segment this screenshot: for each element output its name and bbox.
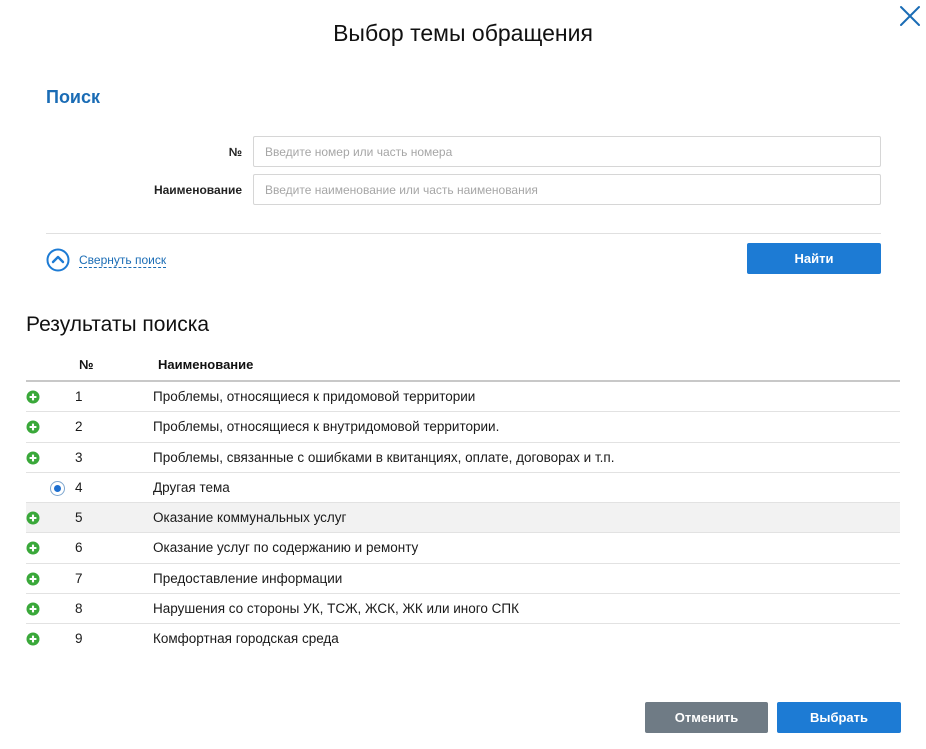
search-section-title: Поиск <box>46 87 101 107</box>
plus-circle-icon[interactable] <box>26 420 40 434</box>
column-header-name: Наименование <box>158 357 254 372</box>
find-button[interactable]: Найти <box>747 243 881 274</box>
row-name: Другая тема <box>153 479 230 495</box>
cancel-button[interactable]: Отменить <box>645 702 768 733</box>
row-name: Оказание услуг по содержанию и ремонту <box>153 540 419 556</box>
table-row[interactable]: 9 Комфортная городская среда <box>26 624 900 654</box>
search-divider <box>46 233 881 234</box>
plus-circle-icon[interactable] <box>26 572 40 586</box>
row-number: 8 <box>75 601 83 617</box>
plus-circle-icon[interactable] <box>26 511 40 525</box>
results-title: Результаты поиска <box>26 313 210 336</box>
select-button[interactable]: Выбрать <box>777 702 901 733</box>
row-number: 9 <box>75 631 83 647</box>
chevron-up-circle-icon <box>46 248 70 272</box>
table-row[interactable]: 3 Проблемы, связанные с ошибками в квита… <box>26 443 900 473</box>
table-row[interactable]: 2 Проблемы, относящиеся к внутридомовой … <box>26 412 900 443</box>
row-number: 1 <box>75 389 83 404</box>
row-name: Предоставление информации <box>153 570 343 586</box>
row-name: Нарушения со стороны УК, ТСЖ, ЖСК, ЖК ил… <box>153 601 519 617</box>
row-name: Комфортная городская среда <box>153 631 339 647</box>
table-row[interactable]: 1 Проблемы, относящиеся к придомовой тер… <box>26 382 900 413</box>
plus-circle-icon[interactable] <box>26 632 40 646</box>
table-row[interactable]: 7 Предоставление информации <box>26 564 900 595</box>
column-header-number: № <box>79 357 94 372</box>
radio-selected-icon[interactable] <box>50 480 65 496</box>
name-search-input[interactable] <box>253 174 881 205</box>
collapse-search-toggle[interactable]: Свернуть поиск <box>46 248 167 272</box>
row-number: 5 <box>75 510 83 526</box>
row-name: Проблемы, относящиеся к придомовой терри… <box>153 389 476 404</box>
collapse-search-link[interactable]: Свернуть поиск <box>79 253 167 268</box>
dialog-title: Выбор темы обращения <box>333 20 593 46</box>
table-row[interactable]: 5 Оказание коммунальных услуг <box>26 503 900 534</box>
plus-circle-icon[interactable] <box>26 390 40 404</box>
results-table: 1 Проблемы, относящиеся к придомовой тер… <box>26 382 900 655</box>
number-field-label: № <box>228 145 242 159</box>
table-row[interactable]: 8 Нарушения со стороны УК, ТСЖ, ЖСК, ЖК … <box>26 594 900 625</box>
row-number: 6 <box>75 540 83 556</box>
row-name: Проблемы, связанные с ошибками в квитанц… <box>153 449 615 465</box>
number-search-input[interactable] <box>253 136 881 167</box>
name-field-label: Наименование <box>153 183 242 197</box>
row-name: Проблемы, относящиеся к внутридомовой те… <box>153 419 500 435</box>
row-number: 2 <box>75 419 83 435</box>
plus-circle-icon[interactable] <box>26 451 40 465</box>
plus-circle-icon[interactable] <box>26 541 40 555</box>
row-name: Оказание коммунальных услуг <box>153 510 347 526</box>
table-row[interactable]: 6 Оказание услуг по содержанию и ремонту <box>26 533 900 564</box>
row-number: 4 <box>75 479 83 495</box>
row-number: 3 <box>75 449 83 465</box>
table-row[interactable]: 4 Другая тема <box>26 473 900 504</box>
row-number: 7 <box>75 570 83 586</box>
plus-circle-icon[interactable] <box>26 602 40 616</box>
